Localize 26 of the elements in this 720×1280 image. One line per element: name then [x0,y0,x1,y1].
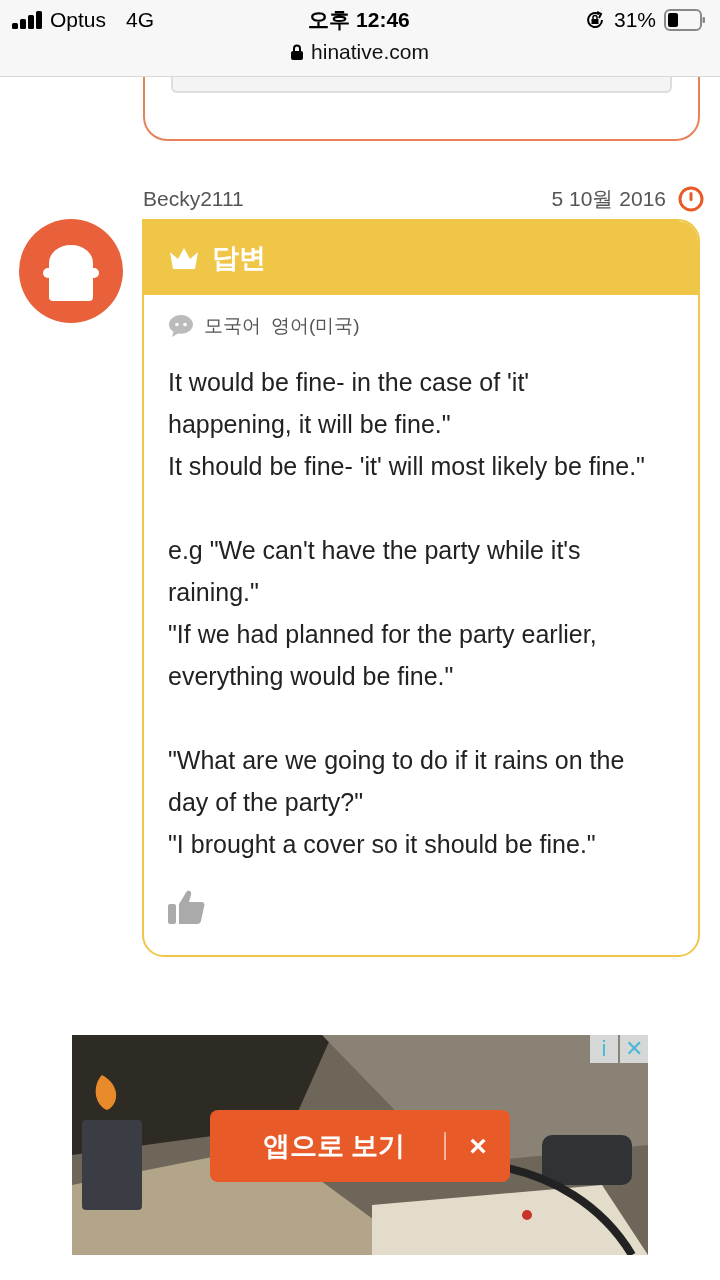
answer-text: It should be fine- 'it' will most likely be fine." [168,451,646,482]
answer-heading: 답변 [212,242,266,275]
answer-text: "I brought a cover so it should be fine." [168,829,597,860]
lock-icon [291,44,304,60]
battery-icon [664,9,706,31]
network-type: 4G [126,8,155,32]
signal-icon [12,11,44,29]
answer-date: 5 10월 2016 [551,186,666,212]
answer-text: e.g "We can't have the party while it's raining." [168,535,582,608]
carrier-name: Optus [50,8,107,32]
native-label: 모국어 [204,314,261,338]
native-language: 영어(미국) [271,314,360,338]
thumbs-up-icon[interactable] [168,889,206,925]
author-name[interactable]: Becky2111 [143,187,552,211]
avatar-icon[interactable] [19,219,123,323]
answer-text: It would be fine- in the case of 'it' happening, it will be fine." [168,367,531,440]
battery-percent: 31% [614,8,656,32]
answer-text: "If we had planned for the party earlier, everything would be fine." [168,619,598,692]
crown-icon [168,246,200,270]
banner-close-button[interactable]: × [446,1128,510,1164]
open-in-app-button[interactable]: 앱으로 보기 [210,1127,444,1165]
answer-text: "What are we going to do if it rains on the day of the party?" [168,745,626,818]
clock-time: 오후 12:46 [308,7,410,33]
rotation-lock-icon [584,9,606,31]
speech-bubble-icon [168,314,194,338]
address-url[interactable]: hinative.com [311,40,429,64]
